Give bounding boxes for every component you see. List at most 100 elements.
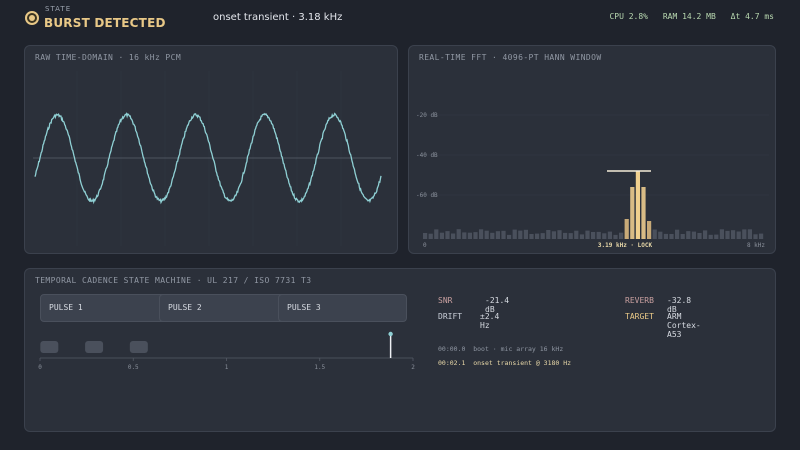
pulse-3-box: PULSE 3 (278, 294, 407, 322)
fft-bar (602, 233, 607, 239)
fft-bar (635, 171, 640, 239)
fft-bar (540, 233, 545, 239)
fft-ytick-20: -20 dB (416, 112, 438, 119)
fft-xtick-left: 0 (423, 242, 427, 249)
fft-bar (484, 230, 489, 239)
fft-bar (691, 231, 696, 239)
cadence-timeline: 0 0.5 1 1.5 2 (38, 331, 415, 371)
ram-stat: RAM 14.2 MB (662, 12, 716, 21)
fft-bar (557, 230, 562, 239)
fft-bar (563, 232, 568, 239)
fft-bar (507, 234, 512, 239)
fft-bar (742, 229, 747, 239)
fft-bar (613, 234, 618, 239)
fft-bar (753, 234, 758, 239)
timeline-tick-label: 2 (411, 364, 415, 371)
fft-bar (736, 231, 741, 239)
timeline-pulse-marker (85, 341, 104, 353)
log-time-0: 00:00.0 (438, 345, 466, 353)
drift-label: DRIFT (438, 312, 463, 321)
fft-bars (423, 171, 764, 239)
timeline-pulse-marker (40, 341, 59, 353)
fft-bar (456, 229, 461, 239)
fft-bar (607, 231, 612, 239)
fft-bar (675, 229, 680, 239)
fft-bar (523, 229, 528, 239)
fft-bar (686, 231, 691, 239)
fft-bar (439, 232, 444, 239)
cpu-stat: CPU 2.8% (609, 12, 648, 21)
reverb-label: REVERB (625, 296, 654, 305)
raw-grid (76, 71, 342, 246)
fft-bar (714, 234, 719, 239)
fft-bar (518, 230, 523, 239)
pulse-2-box: PULSE 2 (159, 294, 288, 322)
fsm-panel-title: TEMPORAL CADENCE STATE MACHINE · UL 217 … (35, 276, 312, 285)
pulse-1-box: PULSE 1 (40, 294, 169, 322)
fft-bar (585, 230, 590, 239)
state-indicator-icon (25, 11, 39, 25)
fft-bar (596, 231, 601, 239)
raw-waveform-plot (33, 71, 391, 246)
timeline-markers (40, 341, 148, 353)
fft-bar (546, 230, 551, 239)
fft-bar (428, 233, 433, 239)
fft-bar (703, 230, 708, 239)
fft-bar (652, 229, 657, 239)
fft-bar (462, 232, 467, 239)
fft-bar (747, 229, 752, 239)
fft-bar (725, 230, 730, 239)
fft-ytick-40: -40 dB (416, 152, 438, 159)
timeline-ticks: 0 0.5 1 1.5 2 (38, 358, 415, 371)
raw-waveform-panel: RAW TIME-DOMAIN · 16 kHz PCM (24, 45, 398, 254)
target-value: ARM Cortex-A53 (667, 312, 701, 339)
fft-bar (579, 234, 584, 239)
fft-bar (647, 221, 652, 239)
fft-bar (708, 234, 713, 239)
timeline-tick-label: 0.5 (128, 364, 139, 371)
fft-bar (574, 230, 579, 239)
fft-bar (641, 187, 646, 239)
target-label: TARGET (625, 312, 654, 321)
log-text-0: boot · mic array 16 kHz (473, 345, 564, 353)
fft-ytick-60: -60 dB (416, 192, 438, 199)
fft-bar (512, 229, 517, 239)
fft-bar (719, 229, 724, 239)
fft-bar (680, 234, 685, 239)
fft-bar (467, 232, 472, 239)
state-machine-panel: TEMPORAL CADENCE STATE MACHINE · UL 217 … (24, 268, 776, 432)
fft-bar (535, 233, 540, 239)
timeline-tick-label: 0 (38, 364, 42, 371)
log-line-0: 00:00.0 boot · mic array 16 kHz (438, 345, 563, 353)
timeline-cursor[interactable] (388, 331, 393, 358)
cursor-handle-icon[interactable] (388, 331, 393, 337)
fft-bar (501, 230, 506, 239)
fft-bar (591, 232, 596, 239)
fft-bar (445, 231, 450, 239)
fft-bar (479, 229, 484, 239)
event-text: onset transient · 3.18 kHz (213, 12, 343, 23)
fft-bar (423, 233, 428, 239)
log-text-1: onset transient @ 3180 Hz (473, 359, 572, 367)
drift-value: ±2.4 Hz (480, 312, 500, 330)
state-value: BURST DETECTED (44, 16, 166, 30)
fft-bar (759, 233, 764, 239)
fft-bar (624, 219, 629, 239)
header-bar: STATE BURST DETECTED onset transient · 3… (0, 0, 800, 40)
snr-label: SNR (438, 296, 453, 305)
dt-stat: Δt 4.7 ms (730, 12, 774, 21)
fft-bar (619, 232, 624, 239)
log-line-1: 00:02.1 onset transient @ 3180 Hz (438, 359, 571, 367)
fft-bar (551, 231, 556, 239)
fft-bar (529, 234, 534, 239)
fft-bar (669, 234, 674, 239)
fft-bar (731, 230, 736, 239)
fft-bar (630, 187, 635, 239)
fft-plot: -20 dB -40 dB -60 dB 0 8 kHz 3.19 kHz · … (416, 112, 769, 249)
timeline-pulse-marker (129, 341, 148, 353)
fft-bar (434, 229, 439, 239)
timeline-tick-label: 1.5 (314, 364, 325, 371)
system-stats: CPU 2.8% RAM 14.2 MB Δt 4.7 ms (599, 12, 774, 21)
timeline-tick-label: 1 (225, 364, 229, 371)
fft-bar (473, 232, 478, 239)
